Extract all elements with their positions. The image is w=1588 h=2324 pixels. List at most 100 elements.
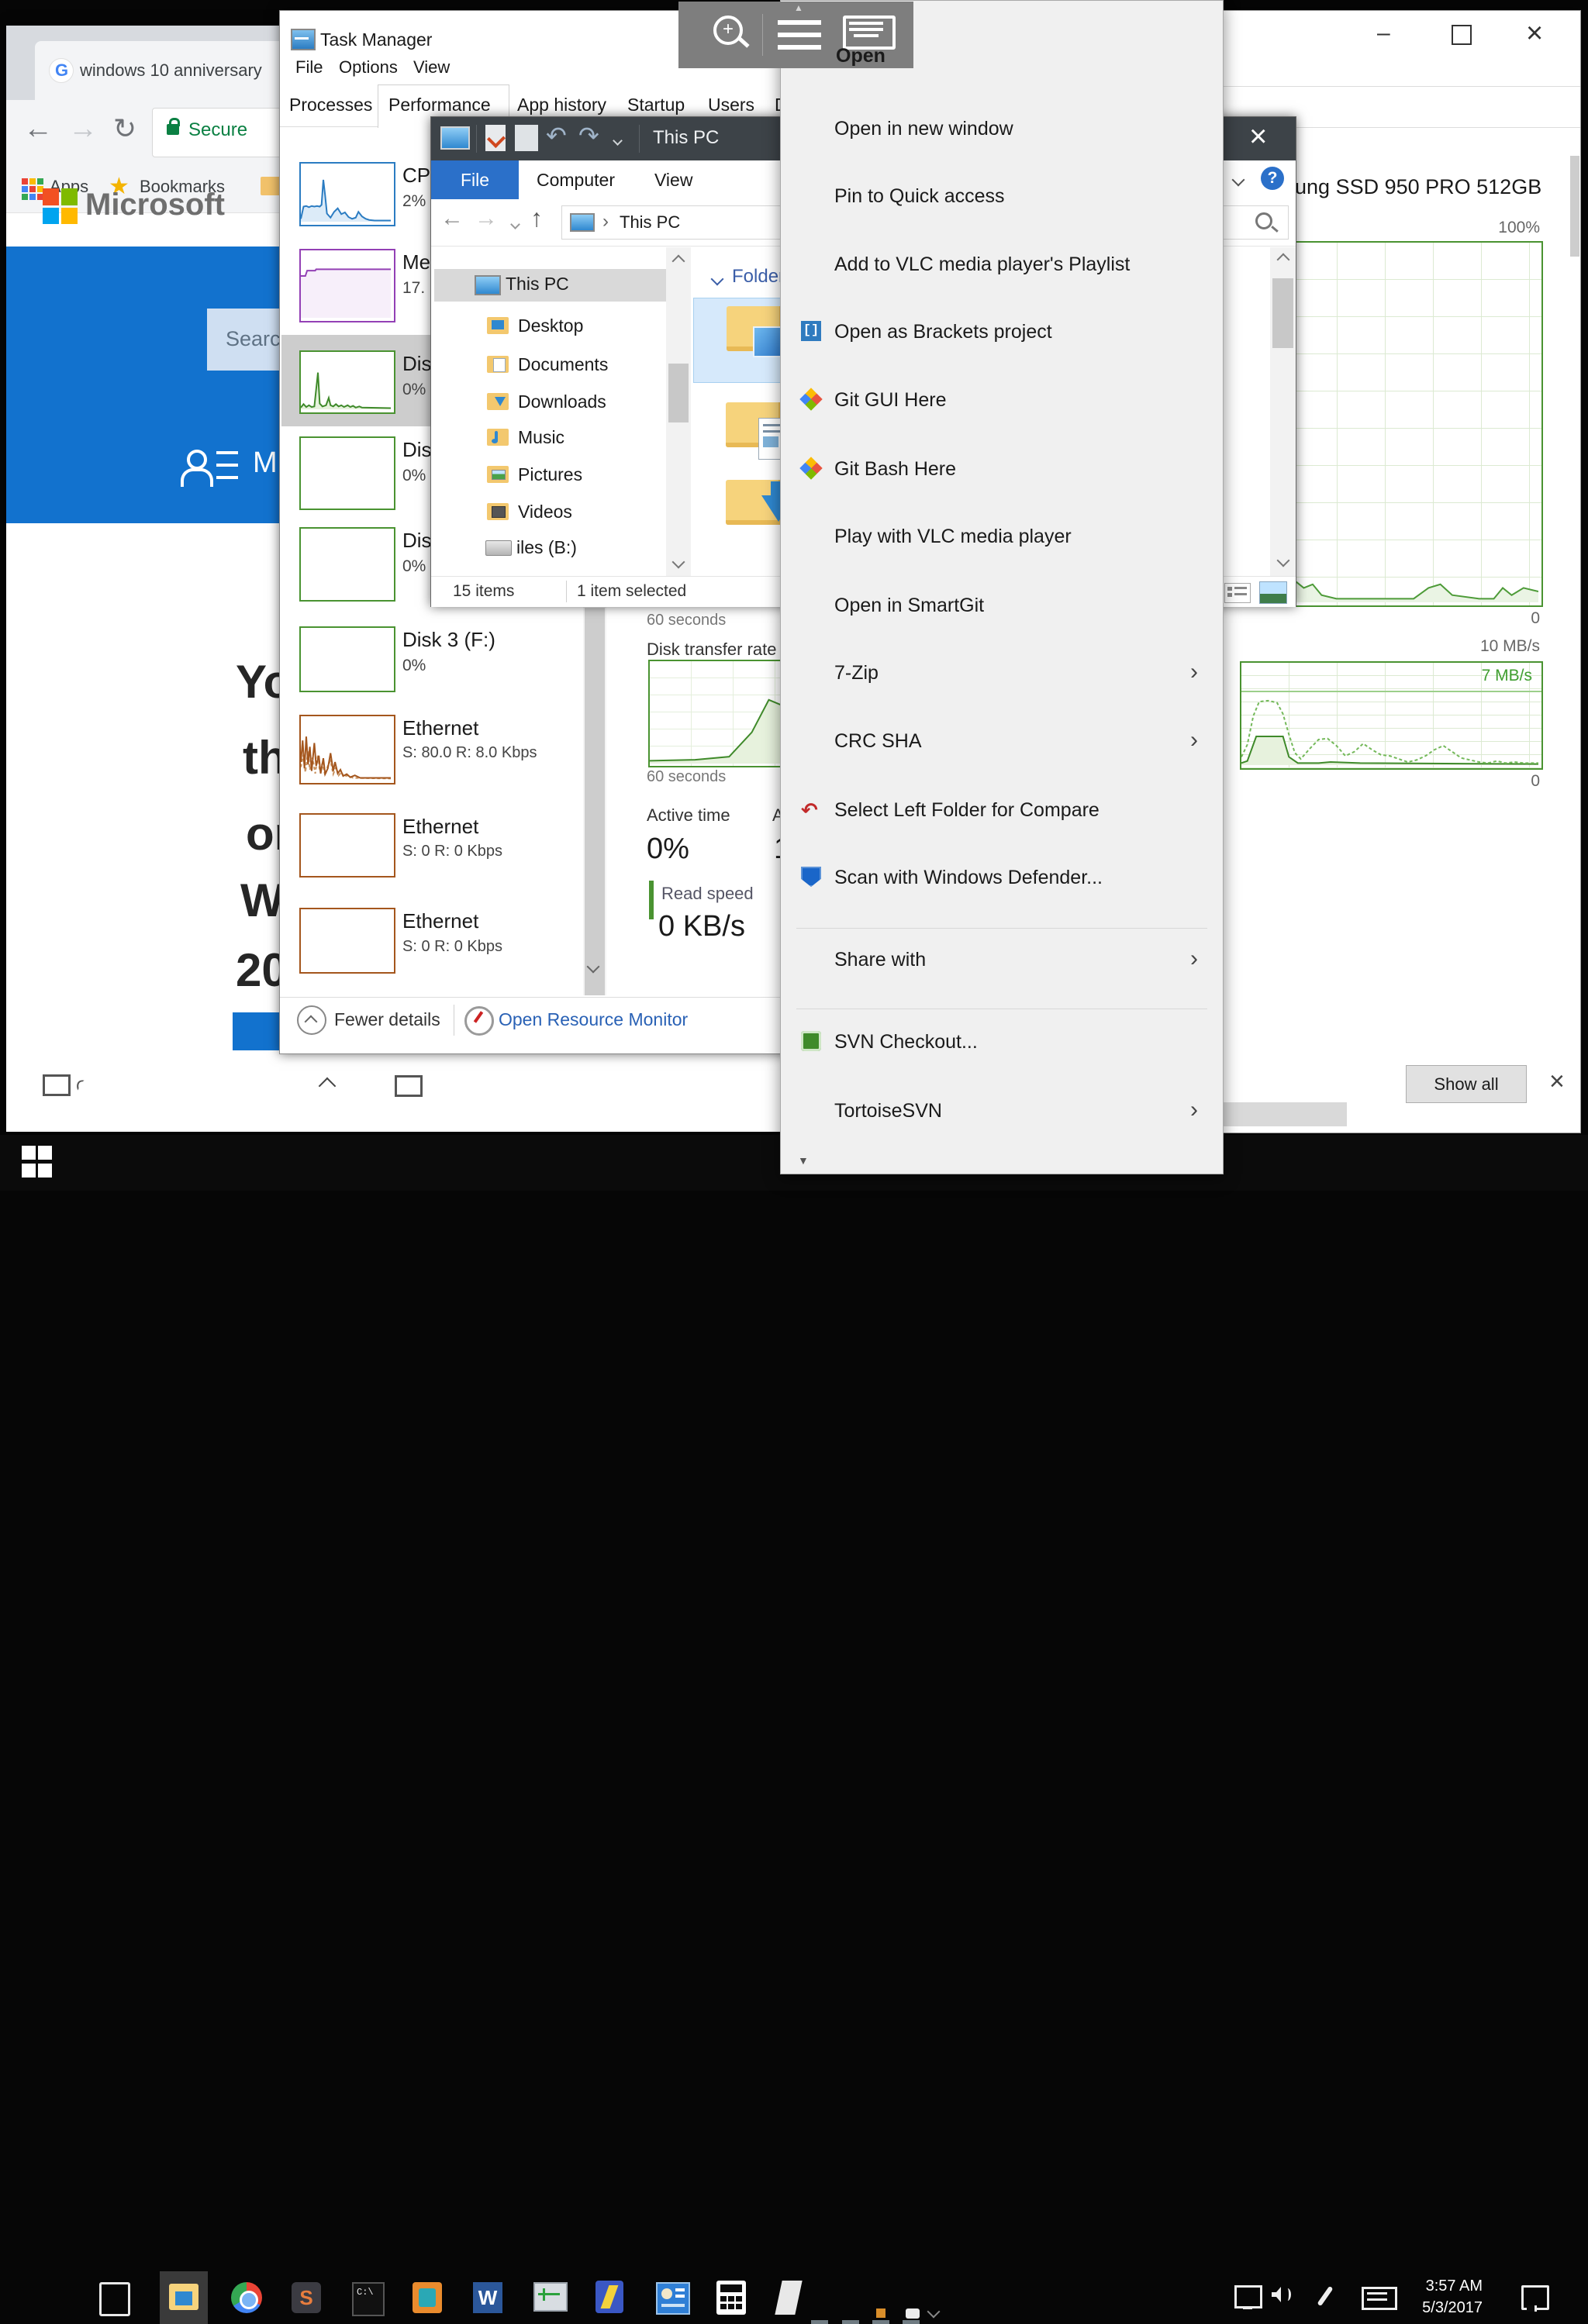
fe-close-button[interactable]: × bbox=[1249, 119, 1267, 154]
taskbar-word-icon[interactable]: W bbox=[473, 2282, 502, 2313]
qat-properties-icon[interactable] bbox=[485, 125, 506, 151]
nav-item-documents[interactable]: Documents bbox=[518, 354, 608, 374]
fe-history-dropdown-icon[interactable] bbox=[512, 218, 519, 232]
tm-menu-options[interactable]: Options bbox=[339, 57, 398, 77]
toast-close-icon[interactable]: × bbox=[1549, 1067, 1565, 1097]
disk0-mini-graph[interactable] bbox=[299, 350, 395, 414]
fe-view-tab[interactable]: View bbox=[654, 170, 692, 190]
forward-icon[interactable]: → bbox=[68, 112, 98, 147]
disk1-mini-graph[interactable] bbox=[299, 436, 395, 510]
menu-header-open[interactable]: Open bbox=[836, 45, 885, 67]
fe-file-tab[interactable]: File bbox=[431, 160, 519, 199]
taskbar-file-explorer-icon[interactable] bbox=[169, 2284, 198, 2310]
taskbar-sync-icon[interactable] bbox=[596, 2281, 623, 2313]
tm2-minimize-button[interactable]: – bbox=[1377, 20, 1390, 47]
sidebar-eth1-label[interactable]: Ethernet bbox=[402, 717, 478, 740]
folders-group-chevron[interactable] bbox=[713, 274, 722, 288]
taskbar-sublime-icon[interactable]: S bbox=[292, 2282, 321, 2313]
breadcrumb-this-pc[interactable]: This PC bbox=[620, 212, 680, 232]
show-all-button[interactable]: Show all bbox=[1406, 1065, 1527, 1103]
hamburger-menu-icon[interactable] bbox=[778, 20, 821, 51]
signin-person-icon[interactable] bbox=[181, 450, 239, 485]
taskbar-clock-time[interactable]: 3:57 AM bbox=[1419, 2277, 1483, 2295]
footer-chevron-up-icon[interactable] bbox=[321, 1080, 333, 1096]
sidebar-disk3-label[interactable]: Disk 3 (F:) bbox=[402, 629, 495, 652]
qat-undo-icon[interactable]: ↶ bbox=[546, 122, 567, 150]
context-menu-item[interactable]: Git GUI Here bbox=[781, 377, 1223, 425]
disk2-mini-graph[interactable] bbox=[299, 527, 395, 602]
nav-item-pictures[interactable]: Pictures bbox=[518, 464, 582, 484]
memory-mini-graph[interactable] bbox=[299, 249, 395, 322]
nav-item-desktop[interactable]: Desktop bbox=[518, 315, 583, 336]
start-button[interactable] bbox=[22, 1146, 54, 1178]
fe-back-icon[interactable]: ← bbox=[440, 205, 464, 233]
tray-pen-icon[interactable] bbox=[1317, 2286, 1334, 2306]
taskbar-clock-date[interactable]: 5/3/2017 bbox=[1419, 2299, 1483, 2317]
fe-forward-icon[interactable]: → bbox=[475, 205, 498, 233]
tray-volume-icon[interactable] bbox=[1272, 2287, 1281, 2302]
menu-scroll-down-icon[interactable]: ▼ bbox=[798, 1154, 809, 1167]
tm-tab-performance[interactable]: Performance bbox=[388, 95, 491, 115]
context-menu-item[interactable]: SVN Checkout... bbox=[781, 1019, 1223, 1067]
nav-item-this-pc[interactable]: This PC bbox=[506, 274, 569, 294]
tm-tab-startup[interactable]: Startup bbox=[627, 95, 685, 115]
tm2-maximize-button[interactable] bbox=[1452, 25, 1472, 45]
context-menu-item[interactable]: Open in new window bbox=[781, 105, 1223, 153]
taskbar-vmware-icon[interactable] bbox=[413, 2282, 442, 2313]
context-menu-item[interactable]: Git Bash Here bbox=[781, 446, 1223, 494]
tm-tab-users[interactable]: Users bbox=[708, 95, 754, 115]
taskbar-cmd-icon[interactable]: C:\ bbox=[352, 2282, 385, 2316]
apps-grid-icon[interactable] bbox=[22, 178, 43, 200]
task-view-button[interactable] bbox=[99, 2282, 130, 2316]
fe-computer-tab[interactable]: Computer bbox=[537, 170, 615, 190]
qat-redo-icon[interactable]: ↷ bbox=[578, 122, 599, 150]
nav-item-downloads[interactable]: Downloads bbox=[518, 391, 606, 412]
context-menu-item[interactable]: Add to VLC media player's Playlist bbox=[781, 241, 1223, 289]
fe-search-icon[interactable] bbox=[1255, 212, 1272, 229]
tm-menu-view[interactable]: View bbox=[413, 57, 450, 77]
qat-thispc-icon[interactable] bbox=[440, 126, 470, 150]
context-menu-item[interactable]: [] Open as Brackets project bbox=[781, 309, 1223, 357]
view-details-icon[interactable] bbox=[1224, 583, 1251, 603]
context-menu-item[interactable]: Play with VLC media player bbox=[781, 513, 1223, 561]
context-menu-item[interactable]: TortoiseSVN › bbox=[781, 1088, 1223, 1136]
nav-item-drive-b[interactable]: iles (B:) bbox=[516, 537, 577, 557]
fe-content-scrollbar[interactable] bbox=[1270, 247, 1296, 576]
eth1-mini-graph[interactable] bbox=[299, 715, 395, 784]
taskbar-calculator-icon[interactable] bbox=[716, 2281, 746, 2315]
context-menu-item[interactable]: Pin to Quick access bbox=[781, 173, 1223, 221]
taskbar-extra-icon[interactable] bbox=[775, 2281, 802, 2315]
eth2-mini-graph[interactable] bbox=[299, 813, 395, 878]
context-menu-item[interactable]: ↶ Select Left Folder for Compare bbox=[781, 787, 1223, 835]
menu-scroll-up-icon[interactable]: ▲ bbox=[794, 3, 803, 14]
tray-network-icon[interactable] bbox=[1234, 2285, 1262, 2308]
taskbar-cpl-icon[interactable] bbox=[656, 2282, 690, 2315]
sidebar-eth3-label[interactable]: Ethernet bbox=[402, 910, 478, 933]
taskbar-perfmon-icon[interactable] bbox=[533, 2282, 568, 2312]
fe-up-icon[interactable]: ↑ bbox=[530, 204, 543, 233]
disk3-mini-graph[interactable] bbox=[299, 626, 395, 692]
sidebar-eth2-label[interactable]: Ethernet bbox=[402, 815, 478, 839]
nav-item-music[interactable]: Music bbox=[518, 427, 564, 447]
qat-newfolder-icon[interactable] bbox=[515, 125, 538, 151]
cpu-mini-graph[interactable] bbox=[299, 162, 395, 226]
tm-tab-processes[interactable]: Processes bbox=[289, 95, 372, 115]
tray-keyboard-icon[interactable] bbox=[1362, 2287, 1397, 2310]
fe-nav-scrollbar[interactable] bbox=[666, 247, 691, 576]
refresh-icon[interactable]: ↻ bbox=[113, 112, 136, 144]
context-menu-item[interactable]: Share with › bbox=[781, 936, 1223, 984]
eth3-mini-graph[interactable] bbox=[299, 908, 395, 974]
fe-ribbon-collapse-icon[interactable] bbox=[1234, 174, 1243, 188]
taskbar-chrome-icon[interactable] bbox=[231, 2282, 262, 2313]
fewer-details-label[interactable]: Fewer details bbox=[334, 1009, 440, 1029]
chrome-tab[interactable]: G windows 10 anniversary bbox=[35, 41, 304, 100]
tm-sidebar-scroll-down-icon[interactable] bbox=[589, 961, 598, 975]
nav-item-videos[interactable]: Videos bbox=[518, 502, 572, 522]
back-icon[interactable]: ← bbox=[23, 112, 53, 147]
tm2-scrollbar-thumb[interactable] bbox=[1570, 156, 1579, 257]
context-menu-item[interactable]: Scan with Windows Defender... bbox=[781, 854, 1223, 902]
fe-help-icon[interactable]: ? bbox=[1261, 167, 1284, 190]
view-thumbnails-icon[interactable] bbox=[1259, 581, 1287, 604]
tm2-close-button[interactable]: × bbox=[1526, 17, 1543, 51]
tm-menu-file[interactable]: File bbox=[295, 57, 323, 77]
